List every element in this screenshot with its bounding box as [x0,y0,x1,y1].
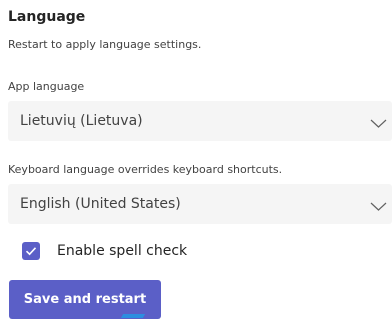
spell-check-checkbox[interactable] [22,242,40,260]
keyboard-language-dropdown[interactable]: English (United States) [8,184,392,224]
language-settings-panel: Language Restart to apply language setti… [0,0,392,320]
chevron-down-icon [370,197,387,211]
keyboard-language-label: Keyboard language overrides keyboard sho… [8,163,283,176]
spell-check-label: Enable spell check [57,243,188,259]
app-language-dropdown[interactable]: Lietuvių (Lietuva) [8,101,392,141]
chevron-down-icon [370,114,387,128]
pointer-highlight [120,314,146,318]
app-language-selected-value: Lietuvių (Lietuva) [20,113,143,129]
app-language-label: App language [8,80,85,93]
section-subtitle: Restart to apply language settings. [8,38,202,51]
checkmark-icon [25,247,37,256]
keyboard-language-selected-value: English (United States) [20,196,181,212]
section-title: Language [8,9,86,25]
